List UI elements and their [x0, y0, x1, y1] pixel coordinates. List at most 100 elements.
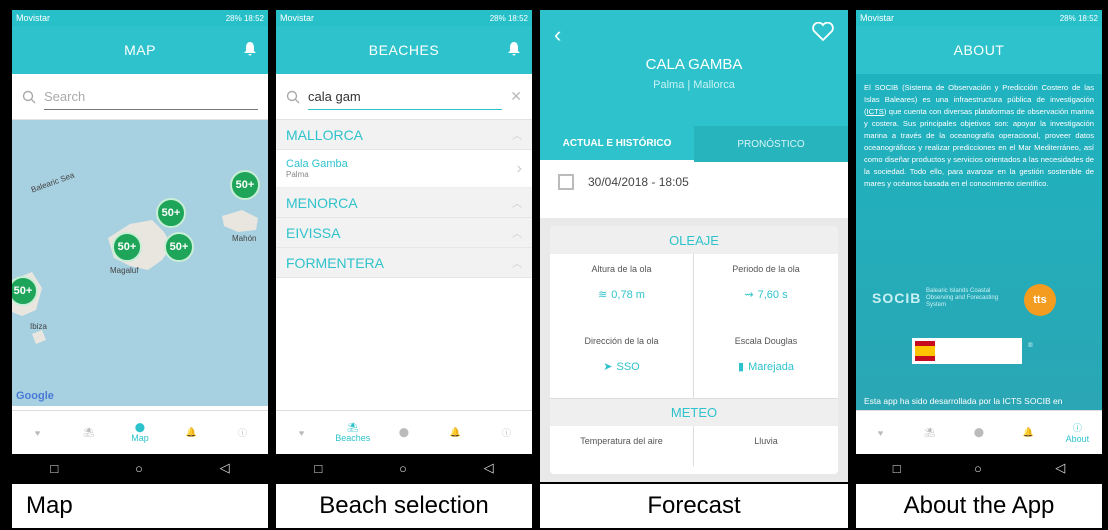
heart-outline-icon[interactable] — [812, 22, 834, 42]
search-input[interactable]: cala gam — [308, 84, 503, 110]
phone-forecast: ‹ CALA GAMBA Palma | Mallorca ACTUAL E H… — [540, 10, 848, 482]
status-right: 28% 18:52 — [489, 13, 528, 23]
circle-icon[interactable]: ○ — [135, 461, 143, 476]
cluster-marker[interactable]: 50+ — [164, 232, 194, 262]
section-eivissa[interactable]: EIVISSA ︿ — [276, 218, 532, 248]
page-title: MAP — [124, 42, 156, 58]
back-triangle-icon[interactable]: ◁ — [1055, 460, 1065, 476]
developed-by: Esta app ha sido desarrollada por la ICT… — [864, 396, 1063, 406]
info-icon: ⓘ — [1072, 423, 1082, 433]
forecast-tabs: ACTUAL E HISTÓRICO PRONÓSTICO — [540, 126, 848, 162]
tab-alerts[interactable]: 🔔 — [171, 427, 211, 438]
tab-beaches[interactable]: ⛱ — [69, 427, 109, 438]
status-bar: Movistar 28% 18:52 — [276, 10, 532, 26]
info-icon: ⓘ — [501, 428, 511, 438]
tab-alerts[interactable]: 🔔 — [435, 427, 475, 438]
wave-height: Altura de la ola ≋ 0,78 m — [550, 254, 694, 326]
beach-title: CALA GAMBA — [645, 56, 743, 73]
socib-logo: SOCIB — [872, 290, 922, 306]
tab-about[interactable]: ⓘ About — [1057, 421, 1097, 444]
card-heading: OLEAJE — [550, 226, 838, 254]
system-nav: □ ○ ◁ — [856, 454, 1102, 482]
chevron-right-icon: › — [516, 159, 522, 177]
about-text: El SOCIB (Sistema de Observación y Predi… — [864, 82, 1094, 190]
bell-icon[interactable] — [244, 42, 256, 56]
system-nav: □ ○ ◁ — [12, 454, 268, 482]
metric-value: SSO — [616, 360, 640, 373]
tab-bar: ♥ ⛱ ⬤ Map 🔔 ⓘ — [12, 410, 268, 454]
phone-beaches: Movistar 28% 18:52 BEACHES cala gam ✕ MA… — [276, 10, 532, 482]
wave-direction: Dirección de la ola ➤ SSO — [550, 326, 694, 398]
tab-about[interactable]: ⓘ — [486, 426, 526, 439]
square-icon[interactable]: □ — [50, 461, 58, 476]
wave-icon: ≋ — [598, 289, 608, 301]
tab-alerts[interactable]: 🔔 — [1008, 427, 1048, 438]
tab-bar: ♥ ⛱ ⬤ 🔔 ⓘ About — [856, 410, 1102, 454]
heart-icon: ♥ — [34, 427, 41, 438]
chevron-up-icon: ︿ — [512, 131, 522, 142]
cluster-marker[interactable]: 50+ — [112, 232, 142, 262]
icts-link[interactable]: ICTS — [867, 107, 884, 116]
wave-period: Periodo de la ola ⇝ 7,60 s — [694, 254, 838, 326]
metric-value: 0,78 m — [611, 288, 645, 301]
status-right: 28% 18:52 — [1059, 13, 1098, 23]
tab-about[interactable]: ⓘ — [222, 426, 262, 439]
caption-about: About the App — [856, 484, 1102, 528]
section-formentera[interactable]: FORMENTERA ︿ — [276, 248, 532, 278]
palm-icon: ⛱ — [924, 427, 936, 437]
tab-actual[interactable]: ACTUAL E HISTÓRICO — [540, 126, 694, 162]
search-input[interactable]: Search — [44, 84, 258, 110]
back-chevron-icon[interactable]: ‹ — [554, 22, 561, 48]
beaches-header: BEACHES — [276, 26, 532, 74]
tab-favorites[interactable]: ♥ — [861, 428, 901, 438]
tab-favorites[interactable]: ♥ — [18, 428, 58, 438]
palm-icon: ⛱ — [347, 422, 359, 432]
carrier-label: Movistar — [16, 13, 51, 23]
section-label: EIVISSA — [286, 224, 341, 241]
section-menorca[interactable]: MENORCA ︿ — [276, 188, 532, 218]
douglas-scale: Escala Douglas ▮ Marejada — [694, 326, 838, 398]
tab-map[interactable]: ⬤ Map — [120, 422, 160, 443]
caption-map: Map — [12, 484, 268, 528]
cluster-marker[interactable]: 50+ — [156, 198, 186, 228]
logos: SOCIB Balearic Islands Coastal Observing… — [864, 280, 1094, 370]
map-label: Magaluf — [110, 266, 139, 275]
square-icon[interactable]: □ — [893, 461, 901, 476]
forecast-header: ‹ CALA GAMBA Palma | Mallorca — [540, 10, 848, 126]
card-heading: METEO — [550, 398, 838, 426]
section-mallorca[interactable]: MALLORCA ︿ — [276, 120, 532, 150]
chevron-up-icon: ︿ — [512, 259, 522, 270]
socib-subtitle: Balearic Islands Coastal Observing and F… — [926, 288, 999, 308]
page-title: ABOUT — [953, 42, 1005, 58]
tab-map[interactable]: ⬤ — [384, 427, 424, 438]
tab-map[interactable]: ⬤ — [959, 427, 999, 438]
search-icon — [22, 90, 36, 103]
tab-bar: ♥ ⛱ Beaches ⬤ 🔔 ⓘ — [276, 410, 532, 454]
chevron-up-icon: ︿ — [512, 199, 522, 210]
map-label: Mahón — [232, 234, 257, 243]
circle-icon[interactable]: ○ — [399, 461, 407, 476]
tab-forecast[interactable]: PRONÓSTICO — [694, 126, 848, 162]
section-label: MENORCA — [286, 194, 358, 211]
tab-label: Map — [131, 433, 149, 443]
tab-favorites[interactable]: ♥ — [282, 428, 322, 438]
pin-icon: ⬤ — [134, 422, 145, 432]
cluster-marker[interactable]: 50+ — [230, 170, 260, 200]
search-bar: Search — [12, 74, 268, 120]
map-label: Ibiza — [30, 322, 47, 331]
period-icon: ⇝ — [744, 289, 754, 301]
square-icon[interactable]: □ — [314, 461, 322, 476]
tab-beaches[interactable]: ⛱ — [910, 427, 950, 438]
back-triangle-icon[interactable]: ◁ — [220, 460, 230, 476]
back-triangle-icon[interactable]: ◁ — [484, 460, 494, 476]
bell-icon[interactable] — [508, 42, 520, 56]
clear-icon[interactable]: ✕ — [510, 88, 522, 105]
calendar-icon[interactable] — [558, 174, 574, 190]
map-header: MAP — [12, 26, 268, 74]
list-item[interactable]: Cala Gamba Palma › — [276, 150, 532, 188]
circle-icon[interactable]: ○ — [974, 461, 982, 476]
map-view[interactable]: Balearic Sea Mahón Magaluf Ibiza 50+ 50+… — [12, 120, 268, 406]
status-bar: Movistar 28% 18:52 — [12, 10, 268, 26]
metric-label: Escala Douglas — [734, 336, 798, 346]
tab-beaches[interactable]: ⛱ Beaches — [333, 422, 373, 443]
